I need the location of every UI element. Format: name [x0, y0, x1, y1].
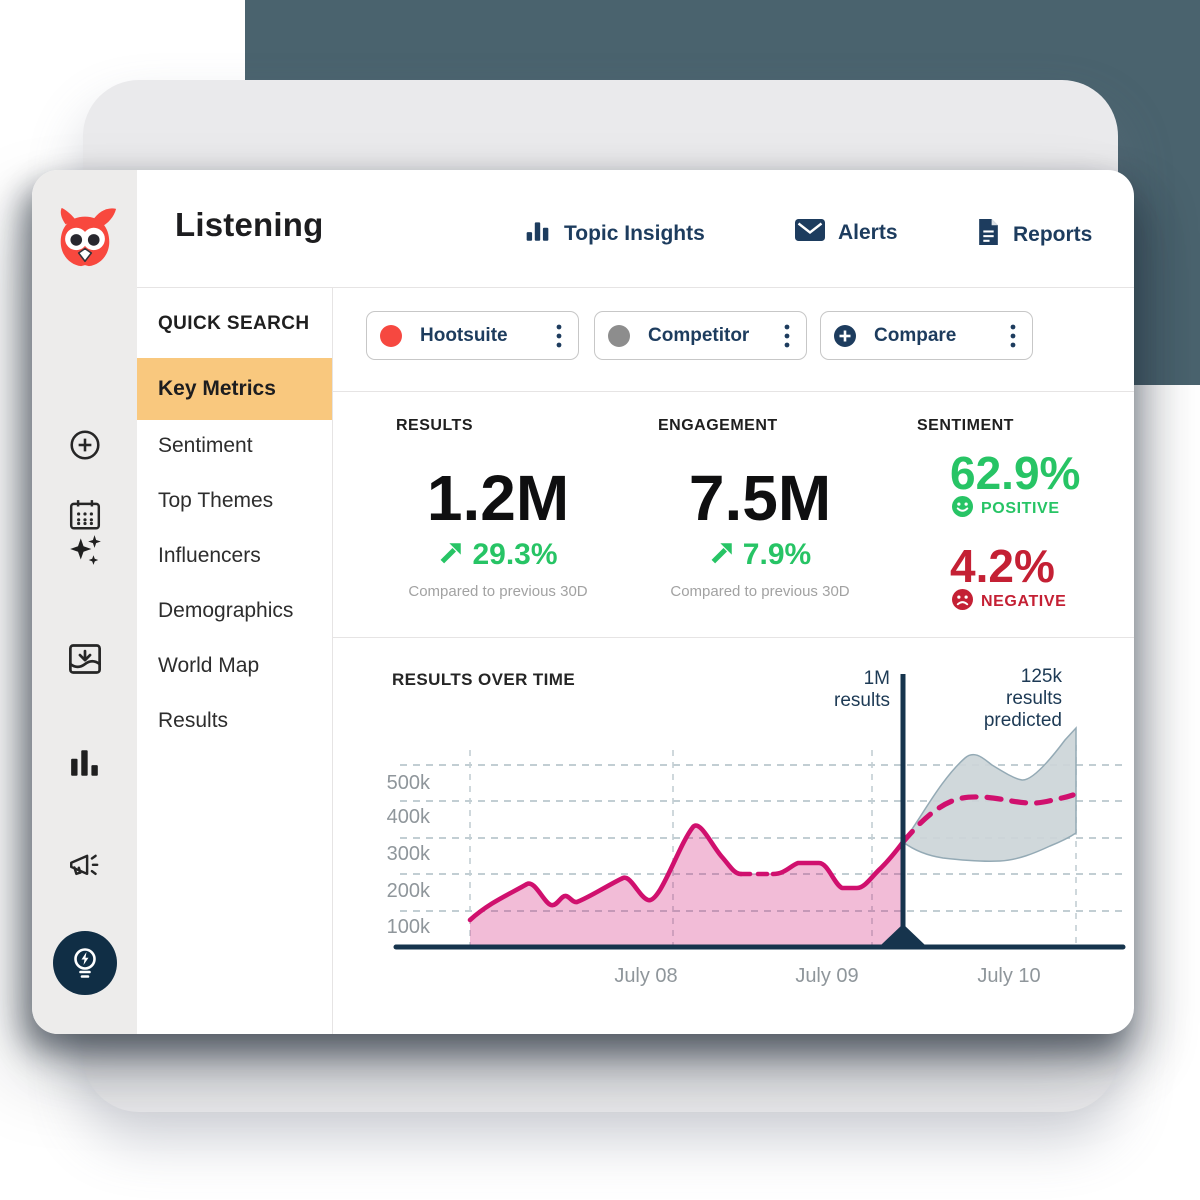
- panel-divider: [332, 287, 333, 1034]
- sidebar-item-label: Sentiment: [158, 434, 253, 458]
- trend-value: 29.3%: [472, 538, 557, 572]
- sentiment-label: SENTIMENT: [917, 417, 1014, 435]
- sidebar-item-influencers[interactable]: Influencers: [137, 531, 332, 581]
- trend-value: 7.9%: [743, 538, 811, 572]
- calendar-icon[interactable]: [32, 498, 137, 532]
- chip-label: Competitor: [648, 325, 749, 347]
- engagement-note: Compared to previous 30D: [658, 583, 862, 600]
- x-tick: July 09: [795, 965, 858, 987]
- bar-chart-icon: [524, 218, 551, 249]
- sentiment-negative-value: 4.2%: [950, 543, 1055, 589]
- chip-label: Hootsuite: [420, 325, 508, 347]
- sidebar-item-label: Influencers: [158, 544, 261, 568]
- prediction-annotation: 125k results predicted: [952, 666, 1062, 732]
- sidebar-item-key-metrics[interactable]: Key Metrics: [137, 358, 332, 420]
- sidebar-item-label: Demographics: [158, 599, 293, 623]
- nav-reports[interactable]: Reports: [977, 218, 1092, 251]
- page-title: Listening: [175, 206, 323, 244]
- results-note: Compared to previous 30D: [396, 583, 600, 600]
- lightbulb-icon[interactable]: [32, 931, 137, 995]
- y-tick: 100k: [387, 916, 431, 938]
- nav-label: Reports: [1013, 223, 1092, 247]
- annotation-line: 1M: [790, 668, 890, 690]
- sidebar-item-sentiment[interactable]: Sentiment: [137, 421, 332, 471]
- annotation-line: 125k: [952, 666, 1062, 688]
- divider: [332, 391, 1134, 392]
- plus-circle-icon[interactable]: [32, 428, 137, 462]
- chip-compare[interactable]: Compare: [820, 311, 1033, 360]
- sidebar-item-label: Top Themes: [158, 489, 273, 513]
- sentiment-negative-tag: NEGATIVE: [981, 593, 1066, 611]
- kebab-menu-icon[interactable]: [556, 324, 562, 348]
- report-icon: [977, 218, 1000, 251]
- megaphone-icon[interactable]: [32, 850, 137, 886]
- bar-chart-icon[interactable]: [32, 748, 137, 778]
- smiley-face-icon: [952, 496, 973, 522]
- sidebar-item-world-map[interactable]: World Map: [137, 641, 332, 691]
- icon-rail: [32, 170, 137, 1034]
- divider: [332, 637, 1134, 638]
- sentiment-positive-tag: POSITIVE: [981, 500, 1060, 518]
- chip-label: Compare: [874, 325, 956, 347]
- red-dot-icon: [380, 325, 402, 347]
- sidebar-item-demographics[interactable]: Demographics: [137, 586, 332, 636]
- results-label: RESULTS: [396, 417, 473, 435]
- annotation-line: predicted: [952, 710, 1062, 732]
- kebab-menu-icon[interactable]: [1010, 324, 1016, 348]
- page: Listening Topic Insights Alerts: [0, 0, 1200, 1200]
- frown-face-icon: [952, 589, 973, 615]
- y-tick: 500k: [387, 772, 431, 794]
- engagement-trend: 7.9%: [658, 538, 862, 572]
- engagement-value: 7.5M: [658, 466, 862, 530]
- chip-competitor[interactable]: Competitor: [594, 311, 807, 360]
- hootsuite-owl-logo[interactable]: [32, 206, 137, 268]
- quick-search-heading: QUICK SEARCH: [158, 313, 310, 335]
- inbox-icon[interactable]: [32, 641, 137, 677]
- app-window: Listening Topic Insights Alerts: [32, 170, 1134, 1034]
- kebab-menu-icon[interactable]: [784, 324, 790, 348]
- sentiment-positive-value: 62.9%: [950, 450, 1080, 496]
- y-tick: 200k: [387, 880, 431, 902]
- engagement-label: ENGAGEMENT: [658, 417, 778, 435]
- y-tick: 300k: [387, 843, 431, 865]
- header-divider: [137, 287, 1134, 288]
- gray-dot-icon: [608, 325, 630, 347]
- results-value: 1.2M: [396, 466, 600, 530]
- sidebar-item-results[interactable]: Results: [137, 696, 332, 746]
- chip-hootsuite[interactable]: Hootsuite: [366, 311, 579, 360]
- annotation-line: results: [790, 690, 890, 712]
- marker-annotation: 1M results: [790, 668, 890, 712]
- annotation-line: results: [952, 688, 1062, 710]
- sidebar-item-label: Key Metrics: [158, 377, 276, 401]
- trend-up-arrow-icon: [709, 540, 735, 571]
- nav-alerts[interactable]: Alerts: [795, 218, 898, 247]
- sparkles-icon[interactable]: [32, 532, 137, 568]
- plus-circle-icon: [834, 325, 856, 347]
- y-tick: 400k: [387, 806, 431, 828]
- nav-label: Alerts: [838, 221, 898, 245]
- sentiment-negative-row: NEGATIVE: [952, 589, 1066, 615]
- nav-topic-insights[interactable]: Topic Insights: [524, 218, 705, 249]
- prediction-band: [903, 728, 1076, 861]
- x-tick: July 10: [977, 965, 1040, 987]
- sidebar-item-label: Results: [158, 709, 228, 733]
- results-trend: 29.3%: [396, 538, 600, 572]
- trend-up-arrow-icon: [438, 540, 464, 571]
- envelope-icon: [795, 218, 825, 247]
- x-tick: July 08: [614, 965, 677, 987]
- sidebar-item-label: World Map: [158, 654, 259, 678]
- sidebar-item-top-themes[interactable]: Top Themes: [137, 476, 332, 526]
- nav-label: Topic Insights: [564, 222, 705, 246]
- sentiment-positive-row: POSITIVE: [952, 496, 1060, 522]
